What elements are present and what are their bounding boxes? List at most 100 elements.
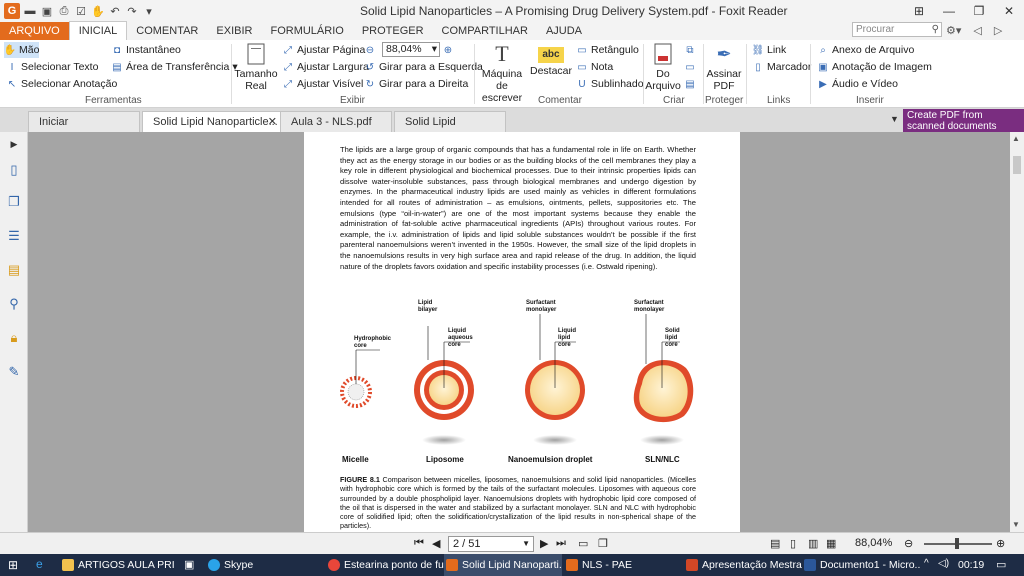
create-option-2-button[interactable]: ▭ (684, 59, 696, 75)
undo-icon[interactable]: ↶ (108, 4, 122, 18)
open-folder-icon[interactable]: ▬ (23, 4, 37, 18)
actual-size-button[interactable]: Tamanho Real (234, 42, 278, 92)
volume-icon[interactable]: ◁) (938, 558, 949, 569)
facing-mode-icon[interactable]: ▥ (808, 537, 818, 550)
next-page-icon[interactable]: ▶ (540, 537, 548, 550)
select-text-button[interactable]: I Selecionar Texto (6, 59, 99, 75)
app-logo-icon[interactable]: G (4, 3, 20, 19)
file-attachment-button[interactable]: ⌕ Anexo de Arquivo (817, 42, 914, 58)
form-icon[interactable]: ☑ (74, 4, 88, 18)
doc-tab-iniciar[interactable]: Iniciar (28, 111, 140, 132)
rectangle-button[interactable]: ▭ Retângulo (576, 42, 639, 58)
previous-page-icon[interactable]: ◀ (432, 537, 440, 550)
tab-compartilhar[interactable]: COMPARTILHAR (433, 22, 537, 40)
zoom-in-button[interactable]: ⊕ (442, 42, 454, 58)
page-view-icon[interactable]: ▭ (578, 537, 588, 550)
hand-tool-button[interactable]: ✋ Mão (4, 42, 40, 58)
tab-comentar[interactable]: COMENTAR (127, 22, 207, 40)
note-button[interactable]: ▭ Nota (576, 59, 613, 75)
start-windows-icon[interactable]: ⊞ (8, 558, 18, 572)
image-annotation-button[interactable]: ▣ Anotação de Imagem (817, 59, 932, 75)
scroll-up-icon[interactable]: ▲ (1012, 134, 1020, 143)
layers-icon[interactable]: ❐ (6, 194, 22, 210)
taskbar-item-skype[interactable]: Skype (206, 554, 324, 576)
pages-icon[interactable]: ▯ (6, 162, 22, 178)
select-annotation-button[interactable]: ↖ Selecionar Anotação (6, 76, 118, 92)
fit-page-button[interactable]: ⤢ Ajustar Página (282, 42, 365, 58)
tab-list-dropdown-icon[interactable]: ▼ (890, 114, 899, 124)
scroll-thumb[interactable] (1013, 156, 1021, 174)
store-icon[interactable]: ▣ (184, 558, 194, 571)
taskbar-item-word[interactable]: Documento1 - Micro... (802, 554, 920, 576)
hand-icon[interactable]: ✋ (91, 4, 105, 18)
fit-visible-button[interactable]: ⤢ Ajustar Visível (282, 76, 363, 92)
continuous-facing-icon[interactable]: ▦ (826, 537, 836, 550)
restore-icon[interactable]: ❐ (964, 0, 994, 22)
zoom-slider-thumb[interactable] (955, 538, 959, 549)
nav-back-icon[interactable]: ◁ (973, 24, 981, 37)
tab-exibir[interactable]: EXIBIR (207, 22, 261, 40)
taskbar-item-chrome[interactable]: Estearina ponto de fu... (326, 554, 444, 576)
underline-button[interactable]: U Sublinhado (576, 76, 643, 92)
taskbar-item-artigos[interactable]: ARTIGOS AULA PRI (60, 554, 180, 576)
doc-tab-sln-2[interactable]: Solid Lipid Nanoparticl... (394, 111, 506, 148)
snapshot-button[interactable]: ◘ Instantâneo (111, 42, 181, 58)
tab-arquivo[interactable]: ARQUIVO (0, 22, 69, 40)
minimize-icon[interactable]: — (934, 0, 964, 22)
first-page-icon[interactable]: ⏮ (414, 537, 424, 550)
save-icon[interactable]: ▣ (40, 4, 54, 18)
nav-forward-icon[interactable]: ▷ (994, 24, 1002, 37)
doc-tab-aula3[interactable]: Aula 3 - NLS.pdf (280, 111, 392, 132)
edge-browser-icon[interactable]: e (36, 557, 43, 571)
tab-ajuda[interactable]: AJUDA (537, 22, 591, 40)
sign-pdf-button[interactable]: ✒ Assinar PDF (706, 42, 742, 92)
rotate-left-button[interactable]: ↺ Girar para a Esquerda (364, 59, 483, 75)
clipboard-button[interactable]: ▤ Área de Transferência ▾ (111, 59, 237, 75)
close-tab-icon[interactable]: ✕ (268, 112, 277, 132)
tab-formulario[interactable]: FORMULÁRIO (261, 22, 352, 40)
zoom-out-button[interactable]: ⊖ (364, 42, 376, 58)
settings-gear-icon[interactable]: ⚙▾ (946, 24, 961, 37)
customize-icon[interactable]: ▾ (142, 4, 156, 18)
close-icon[interactable]: ✕ (994, 0, 1024, 22)
create-option-1-button[interactable]: ⧉ (684, 42, 696, 58)
continuous-mode-icon[interactable]: ▯ (790, 537, 796, 550)
bookmarks-panel-icon[interactable]: ☰ (6, 228, 22, 244)
search-input[interactable]: Procurar ⚲ (852, 22, 942, 37)
comments-icon[interactable]: ▤ (6, 262, 22, 278)
page-number-input[interactable]: 2 / 51 ▼ (448, 536, 534, 552)
typewriter-button[interactable]: T Máquina de escrever (476, 42, 528, 105)
attachments-icon[interactable]: ⚲ (6, 296, 22, 312)
highlight-button[interactable]: abc Destacar (530, 42, 572, 77)
two-page-view-icon[interactable]: ❐ (598, 537, 608, 550)
tab-inicial[interactable]: INICIAL (68, 21, 128, 40)
link-button[interactable]: ⛓ Link (752, 42, 787, 58)
single-page-mode-icon[interactable]: ▤ (770, 537, 780, 550)
document-viewer[interactable]: The lipids are a large group of organic … (28, 132, 1010, 532)
tab-proteger[interactable]: PROTEGER (353, 22, 433, 40)
taskbar-item-foxit-active[interactable]: Solid Lipid Nanoparti... (444, 554, 562, 576)
bookmark-button[interactable]: ▯ Marcador (752, 59, 811, 75)
audio-video-button[interactable]: ▶ Áudio e Vídeo (817, 76, 898, 92)
doc-tab-active[interactable]: Solid Lipid Nanoparticle... ✕ (142, 111, 282, 132)
rotate-right-button[interactable]: ↻ Girar para a Direita (364, 76, 468, 92)
search-icon[interactable]: ⚲ (932, 23, 939, 36)
signature-panel-icon[interactable]: ✎ (6, 364, 22, 380)
scroll-down-icon[interactable]: ▼ (1012, 520, 1020, 529)
ribbon-options-icon[interactable]: ⊞ (904, 0, 934, 22)
tray-chevron-icon[interactable]: ^ (924, 558, 929, 569)
fit-width-button[interactable]: ⤢ Ajustar Largura (282, 59, 369, 75)
vertical-scrollbar[interactable]: ▲ ▼ (1010, 132, 1024, 532)
notifications-icon[interactable]: ▭ (996, 558, 1006, 571)
taskbar-item-powerpoint[interactable]: Apresentação Mestra... (684, 554, 802, 576)
lock-icon[interactable]: 🔒︎ (6, 330, 22, 346)
from-file-button[interactable]: Do Arquivo (645, 42, 681, 92)
last-page-icon[interactable]: ⏭ (556, 537, 566, 550)
create-pdf-banner[interactable]: Create PDF from scanned documents (903, 109, 1024, 132)
taskbar-item-nls[interactable]: NLS - PAE (564, 554, 682, 576)
zoom-in-icon[interactable]: ⊕ (996, 537, 1005, 550)
redo-icon[interactable]: ↷ (125, 4, 139, 18)
expand-panel-icon[interactable]: ▶ (6, 136, 22, 152)
create-option-3-button[interactable]: ▤ (684, 76, 696, 92)
zoom-out-icon[interactable]: ⊖ (904, 537, 913, 550)
